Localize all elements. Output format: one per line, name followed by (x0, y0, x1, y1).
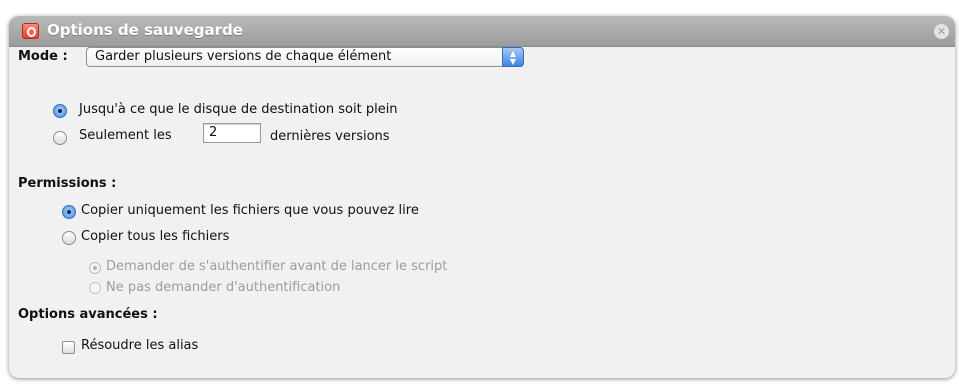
title-bar: Options de sauvegarde ✕ (9, 16, 955, 47)
perm-all-files-label: Copier tous les fichiers (81, 229, 230, 244)
window-title: Options de sauvegarde (47, 21, 243, 39)
perm-readable-only-label: Copier uniquement les fichiers que vous … (81, 203, 419, 218)
perm-readable-only-radio[interactable] (62, 205, 76, 219)
resolve-alias-label: Résoudre les alias (81, 338, 199, 353)
auth-ask-radio[interactable] (89, 262, 101, 274)
mode-until-full-label: Jusqu'à ce que le disque de destination … (79, 102, 398, 117)
versions-count-input[interactable]: 2 (203, 123, 261, 143)
close-icon[interactable]: ✕ (934, 24, 949, 39)
mode-last-versions-suffix: dernières versions (270, 129, 390, 144)
select-arrows-icon: ▲ ▼ (502, 47, 524, 67)
auth-none-radio[interactable] (89, 282, 101, 294)
mode-select-value: Garder plusieurs versions de chaque élém… (95, 49, 392, 64)
mode-last-versions-prefix: Seulement les (79, 128, 172, 143)
advanced-heading: Options avancées : (18, 307, 158, 322)
auth-none-label: Ne pas demander d'authentification (106, 280, 341, 295)
mode-label: Mode : (18, 49, 68, 64)
resolve-alias-checkbox[interactable] (62, 341, 75, 354)
mode-until-full-radio[interactable] (53, 104, 67, 118)
permissions-heading: Permissions : (18, 176, 117, 191)
app-icon (22, 23, 39, 39)
auth-ask-label: Demander de s'authentifier avant de lanc… (106, 259, 448, 274)
options-dialog: Options de sauvegarde ✕ (9, 16, 955, 378)
mode-select[interactable]: Garder plusieurs versions de chaque élém… (86, 47, 524, 67)
perm-all-files-radio[interactable] (62, 231, 76, 245)
mode-last-versions-radio[interactable] (53, 131, 67, 145)
